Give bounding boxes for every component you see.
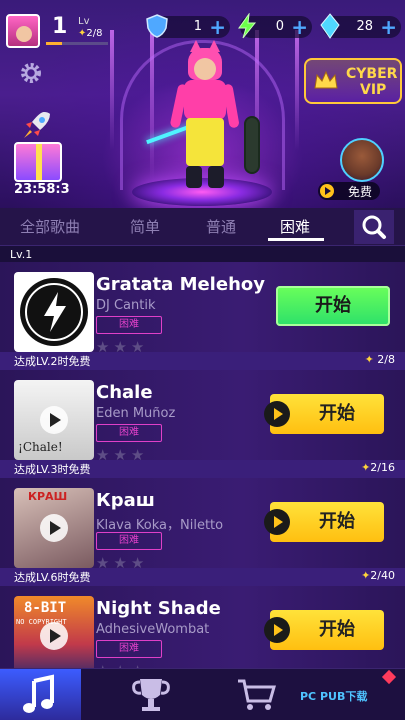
song-cover[interactable]: 8-BIT NO COPYRIGHT <box>14 596 94 676</box>
nav-music[interactable] <box>0 669 81 720</box>
music-note-icon <box>23 674 54 713</box>
add-energy-button[interactable]: + <box>291 16 308 38</box>
energy-counter: 0 + <box>238 13 312 39</box>
player-character[interactable] <box>169 40 240 193</box>
disc-logo-icon <box>20 278 88 346</box>
player-avatar[interactable] <box>6 14 40 48</box>
nav-leaderboard[interactable] <box>110 669 191 720</box>
tab-active-underline <box>268 238 324 241</box>
song-title: Night Shade <box>96 598 221 619</box>
free-video-badge[interactable]: 免费 <box>318 182 380 200</box>
tab-normal[interactable]: 普通 <box>206 216 236 237</box>
unlock-requirement: 达成LV.6时免费 ✦2/40 <box>0 568 405 586</box>
rocket-icon[interactable] <box>18 108 54 144</box>
tab-hard[interactable]: 困难 <box>280 216 310 237</box>
song-title: Краш <box>96 490 155 511</box>
song-artist: DJ Cantik <box>96 298 156 313</box>
difficulty-badge: 困难 <box>96 640 162 658</box>
trophy-icon <box>132 679 170 711</box>
video-play-icon <box>264 617 290 643</box>
difficulty-badge: 困难 <box>96 424 162 442</box>
light-beam <box>295 30 299 150</box>
watermark: PC PUB下载 <box>300 690 368 703</box>
add-gem-button[interactable]: + <box>380 16 397 38</box>
lightning-icon <box>238 13 257 39</box>
play-icon <box>320 184 334 198</box>
video-play-icon <box>264 401 290 427</box>
star-icon: ✦ <box>364 353 374 366</box>
song-cover[interactable] <box>14 272 94 352</box>
song-title: Chale <box>96 382 153 403</box>
song-artist: Eden Muñoz <box>96 406 176 421</box>
light-beam <box>110 30 114 150</box>
settings-gear-icon[interactable] <box>18 60 44 86</box>
unlock-requirement: 达成LV.2时免费 ✦ 2/8 <box>0 352 405 370</box>
shopping-cart-icon <box>238 679 276 710</box>
start-button[interactable]: 开始 <box>264 610 384 650</box>
song-row: Gratata Melehoy DJ Cantik 困难 ★★★ 开始 <box>0 262 405 366</box>
difficulty-badge: 困难 <box>96 316 162 334</box>
song-artist: AdhesiveWombat <box>96 622 210 637</box>
difficulty-tabs: 全部歌曲 简单 普通 困难 <box>0 208 405 246</box>
gift-box-icon[interactable] <box>14 142 62 182</box>
nav-shop[interactable] <box>216 669 297 720</box>
shield-counter: 1 + <box>146 14 230 38</box>
level-group-header: Lv.1 <box>10 248 33 261</box>
song-row: 8-BIT NO COPYRIGHT Night Shade AdhesiveW… <box>0 586 405 680</box>
level-label: Lv <box>78 16 90 27</box>
song-row: КРАШ Краш Klava Koka，Niletto 困难 ★★★ 开始 <box>0 478 405 582</box>
gem-counter: 28 + <box>320 13 401 39</box>
start-button[interactable]: 开始 <box>264 394 384 434</box>
skateboard <box>244 116 260 174</box>
play-icon <box>40 514 68 542</box>
song-artist: Klava Koka，Niletto <box>96 518 224 533</box>
song-cover[interactable]: КРАШ <box>14 488 94 568</box>
level-progress: ✦2/8 <box>78 28 103 39</box>
unlock-requirement: 达成LV.3时免费 ✦2/16 <box>0 460 405 478</box>
star-icon: ✦ <box>361 569 371 582</box>
player-level: 1 <box>52 14 68 39</box>
play-icon <box>40 406 68 434</box>
crown-icon <box>314 70 338 89</box>
tab-easy[interactable]: 简单 <box>130 216 160 237</box>
gem-icon <box>320 13 340 39</box>
cyber-vip-button[interactable]: CYBER VIP <box>304 58 402 104</box>
play-icon <box>40 622 68 650</box>
add-shield-button[interactable]: + <box>209 16 226 38</box>
start-button[interactable]: 开始 <box>264 502 384 542</box>
xp-bar-fill <box>46 42 62 45</box>
difficulty-badge: 困难 <box>96 532 162 550</box>
gift-timer: 23:58:3 <box>14 182 70 197</box>
star-icon: ✦ <box>361 461 371 474</box>
free-character-avatar[interactable] <box>340 138 384 182</box>
start-button[interactable]: 开始 <box>276 286 390 326</box>
xp-bar <box>46 42 108 45</box>
search-icon[interactable] <box>354 210 394 244</box>
song-row: ¡Chale! Chale Eden Muñoz 困难 ★★★ 开始 <box>0 370 405 474</box>
song-cover[interactable]: ¡Chale! <box>14 380 94 460</box>
video-play-icon <box>264 509 290 535</box>
shield-icon <box>146 14 168 38</box>
tab-all-songs[interactable]: 全部歌曲 <box>20 216 80 237</box>
song-title: Gratata Melehoy <box>96 274 265 295</box>
